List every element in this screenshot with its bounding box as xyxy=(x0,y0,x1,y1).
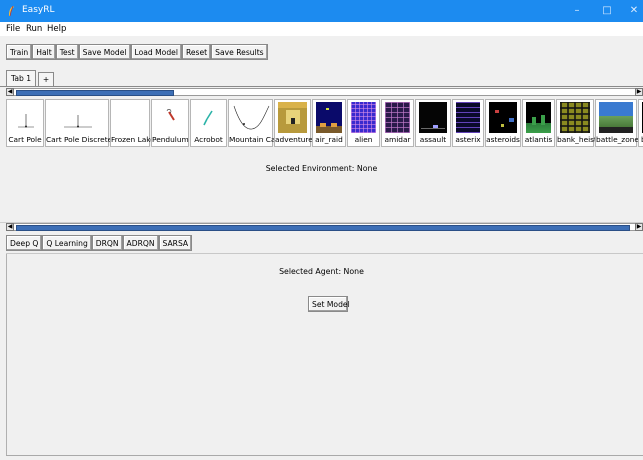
asteroids-thumb xyxy=(489,102,517,133)
asterix-thumb xyxy=(456,102,480,133)
env-card-asteroids[interactable]: asteroids xyxy=(485,99,521,147)
env-label: Acrobot xyxy=(194,135,223,144)
env-label: Frozen Lake xyxy=(111,135,155,144)
env-card-acrobot[interactable]: Acrobot xyxy=(190,99,227,147)
env-label: bea xyxy=(639,135,643,144)
agent-scrollbar[interactable]: ◀ ▶ xyxy=(6,223,643,231)
panel-border xyxy=(6,254,7,456)
test-button[interactable]: Test xyxy=(55,44,79,60)
agent-list: Deep Q Q Learning DRQN ADRQN SARSA xyxy=(6,235,193,251)
air-raid-thumb xyxy=(316,102,342,133)
env-card-adventure[interactable]: adventure xyxy=(274,99,313,147)
add-tab-button[interactable]: + xyxy=(38,72,55,87)
env-label: Pendulum xyxy=(152,135,189,144)
env-label: bank_heist xyxy=(557,135,597,144)
acrobot-thumb xyxy=(203,110,213,126)
title-bar: EasyRL – □ ✕ xyxy=(0,0,643,22)
agent-q-learning-button[interactable]: Q Learning xyxy=(42,235,92,251)
load-model-button[interactable]: Load Model xyxy=(130,44,182,60)
agent-adrqn-button[interactable]: ADRQN xyxy=(122,235,159,251)
save-model-button[interactable]: Save Model xyxy=(78,44,131,60)
tab-divider xyxy=(0,86,643,87)
agent-divider xyxy=(6,253,643,254)
env-card-asterix[interactable]: asterix xyxy=(452,99,484,147)
env-card-cart-pole-discrete[interactable]: Cart Pole Discrete xyxy=(45,99,113,147)
env-label: amidar xyxy=(384,135,411,144)
train-button[interactable]: Train xyxy=(6,44,33,60)
cartpole-thumb xyxy=(18,114,34,128)
maximize-button[interactable]: □ xyxy=(598,3,616,19)
env-card-alien[interactable]: alien xyxy=(347,99,380,147)
menu-help[interactable]: Help xyxy=(47,24,66,34)
env-label: Cart Pole Discrete xyxy=(46,135,113,144)
pendulum-thumb xyxy=(166,109,175,121)
environment-scrollbar[interactable]: ◀ ▶ xyxy=(6,88,643,96)
tab-1[interactable]: Tab 1 xyxy=(6,70,37,87)
window-title: EasyRL xyxy=(22,5,55,15)
menu-file[interactable]: File xyxy=(6,24,20,34)
adventure-thumb xyxy=(278,102,307,133)
assault-thumb xyxy=(419,102,447,133)
scroll-left-arrow-icon[interactable]: ◀ xyxy=(6,223,14,231)
alien-thumb xyxy=(351,102,376,133)
selected-agent-label: Selected Agent: None xyxy=(279,267,364,276)
cartpole-discrete-thumb xyxy=(64,115,92,128)
env-label: adventure xyxy=(275,135,313,144)
environment-scroll-thumb[interactable] xyxy=(16,90,174,96)
env-card-frozen-lake[interactable]: Frozen Lake xyxy=(110,99,155,147)
feather-app-icon xyxy=(9,5,14,17)
env-card-bank-heist[interactable]: bank_heist xyxy=(556,99,597,147)
env-label: air_raid xyxy=(315,135,343,144)
tab-strip: Tab 1 + xyxy=(6,70,55,87)
environment-list: Cart Pole Cart Pole Discrete Frozen Lake… xyxy=(6,99,643,149)
env-label: assault xyxy=(419,135,447,144)
agent-scroll-thumb[interactable] xyxy=(16,225,630,231)
menu-bar: File Run Help xyxy=(0,22,643,36)
env-card-atlantis[interactable]: atlantis xyxy=(522,99,555,147)
minimize-button[interactable]: – xyxy=(568,3,586,19)
reset-button[interactable]: Reset xyxy=(181,44,212,60)
env-card-battle-zone[interactable]: battle_zone xyxy=(595,99,639,147)
set-model-button[interactable]: Set Model xyxy=(308,296,350,312)
env-card-amidar[interactable]: amidar xyxy=(381,99,414,147)
agent-sarsa-button[interactable]: SARSA xyxy=(158,235,193,251)
env-card-beam-rider[interactable]: bea xyxy=(638,99,643,147)
battle-zone-thumb xyxy=(599,102,633,133)
env-card-cart-pole[interactable]: Cart Pole xyxy=(6,99,44,147)
atlantis-thumb xyxy=(526,102,551,133)
env-card-assault[interactable]: assault xyxy=(415,99,451,147)
scroll-right-arrow-icon[interactable]: ▶ xyxy=(635,88,643,96)
env-card-pendulum[interactable]: Pendulum xyxy=(151,99,189,147)
save-results-button[interactable]: Save Results xyxy=(211,44,268,60)
toolbar: Train Halt Test Save Model Load Model Re… xyxy=(6,44,268,62)
halt-button[interactable]: Halt xyxy=(32,44,56,60)
env-label: asteroids xyxy=(486,135,520,144)
agent-deep-q-button[interactable]: Deep Q xyxy=(6,235,43,251)
mountain-car-thumb xyxy=(233,105,270,130)
panel-bottom-border xyxy=(6,455,643,456)
menu-run[interactable]: Run xyxy=(26,24,42,34)
close-button[interactable]: ✕ xyxy=(625,3,643,19)
env-card-mountain-car[interactable]: Mountain Car xyxy=(228,99,279,147)
env-card-air-raid[interactable]: air_raid xyxy=(312,99,346,147)
bank-heist-thumb xyxy=(560,102,590,133)
env-label: Cart Pole xyxy=(8,135,42,144)
frozen-lake-thumb xyxy=(114,102,146,133)
amidar-thumb xyxy=(385,102,410,133)
agent-drqn-button[interactable]: DRQN xyxy=(91,235,123,251)
env-label: battle_zone xyxy=(596,135,639,144)
env-label: atlantis xyxy=(524,135,553,144)
scroll-left-arrow-icon[interactable]: ◀ xyxy=(6,88,14,96)
env-label: asterix xyxy=(455,135,481,144)
scroll-right-arrow-icon[interactable]: ▶ xyxy=(635,223,643,231)
selected-environment-label: Selected Environment: None xyxy=(265,164,378,173)
env-label: Mountain Car xyxy=(229,135,279,144)
env-label: alien xyxy=(354,135,373,144)
